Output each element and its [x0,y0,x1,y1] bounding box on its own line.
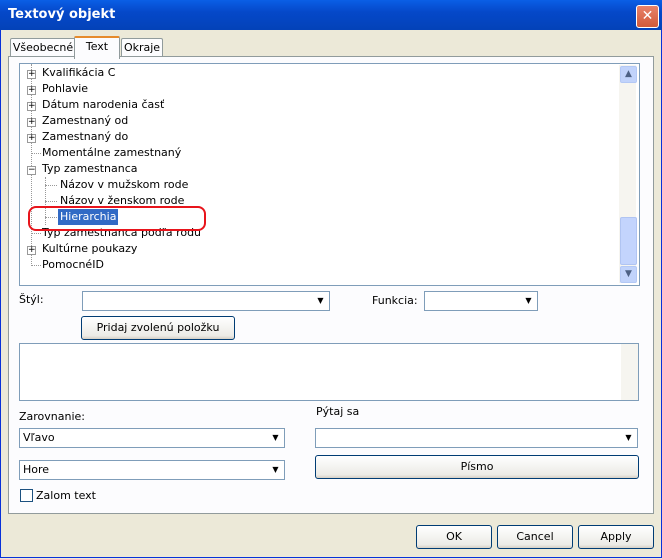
funkcia-select[interactable]: ▼ [424,291,538,311]
tree-scrollbar[interactable]: ▲ ▼ [619,65,637,283]
font-button[interactable]: Písmo [315,455,639,479]
tree-line [45,185,57,186]
tab-okraje-label: Okraje [123,41,161,54]
wrap-text-checkbox[interactable] [20,489,33,502]
ok-button[interactable]: OK [416,525,492,549]
scroll-thumb[interactable] [620,217,637,265]
wrap-text-label: Zalom text [36,489,96,502]
ask-select[interactable]: ▼ [315,428,638,448]
tab-vseobecne[interactable]: Všeobecné [10,38,76,57]
highlight-annotation [28,206,206,231]
ask-label: Pýtaj sa [316,405,360,418]
expand-icon[interactable]: + [27,118,36,127]
dialog-window: Textový objekt ✕ Všeobecné Text Okraje +… [0,0,662,559]
tree-line [31,233,41,234]
chevron-down-icon[interactable]: ▼ [313,293,328,308]
vertical-align-value: Hore [23,463,50,476]
text-memo[interactable] [19,343,639,401]
styl-label: Štýl: [19,293,44,306]
alignment-label: Zarovnanie: [19,410,86,423]
vertical-align-select[interactable]: Hore ▼ [19,460,285,480]
tree-item[interactable]: Momentálne zamestnaný [42,145,181,161]
field-tree[interactable]: + Kvalifikácia C + Pohlavie + Dátum naro… [19,63,640,286]
cancel-button[interactable]: Cancel [497,525,573,549]
tab-text-label: Text [85,40,109,53]
tree-item[interactable]: Názov v mužskom rode [60,177,188,193]
tree-line [31,265,41,266]
horizontal-align-select[interactable]: Vľavo ▼ [19,428,285,448]
scroll-down-icon[interactable]: ▼ [620,266,637,283]
scroll-up-icon[interactable]: ▲ [620,66,637,83]
tree-line [45,201,57,202]
tree-item[interactable]: Dátum narodenia časť [42,97,164,113]
tree-item[interactable]: Zamestnaný do [42,129,128,145]
close-icon[interactable]: ✕ [636,5,659,28]
expand-icon[interactable]: + [27,102,36,111]
tree-item[interactable]: Typ zamestnanca [42,161,138,177]
funkcia-label: Funkcia: [372,294,418,307]
collapse-icon[interactable]: − [27,166,36,175]
tree-item[interactable]: PomocnéID [42,257,104,273]
chevron-down-icon[interactable]: ▼ [268,462,283,477]
tree-item[interactable]: Kvalifikácia C [42,65,115,81]
expand-icon[interactable]: + [27,70,36,79]
window-title: Textový objekt [8,7,116,22]
tree-line [31,153,41,154]
styl-select[interactable]: ▼ [82,291,330,311]
tree-item[interactable]: Zamestnaný od [42,113,128,129]
chevron-down-icon[interactable]: ▼ [521,293,536,308]
chevron-down-icon[interactable]: ▼ [268,430,283,445]
tree-item[interactable]: Kultúrne poukazy [42,241,137,257]
horizontal-align-value: Vľavo [23,431,55,444]
chevron-down-icon[interactable]: ▼ [621,430,636,445]
tab-okraje[interactable]: Okraje [121,38,163,57]
memo-scrollbar[interactable] [621,344,638,400]
title-bar[interactable]: Textový objekt ✕ [0,0,662,30]
apply-button[interactable]: Apply [578,525,654,549]
expand-icon[interactable]: + [27,134,36,143]
expand-icon[interactable]: + [27,86,36,95]
tab-text[interactable]: Text [74,36,120,59]
expand-icon[interactable]: + [27,246,36,255]
tree-item[interactable]: Pohlavie [42,81,88,97]
tab-vseobecne-label: Všeobecné [12,41,74,54]
add-item-button[interactable]: Pridaj zvolenú položku [81,316,235,340]
